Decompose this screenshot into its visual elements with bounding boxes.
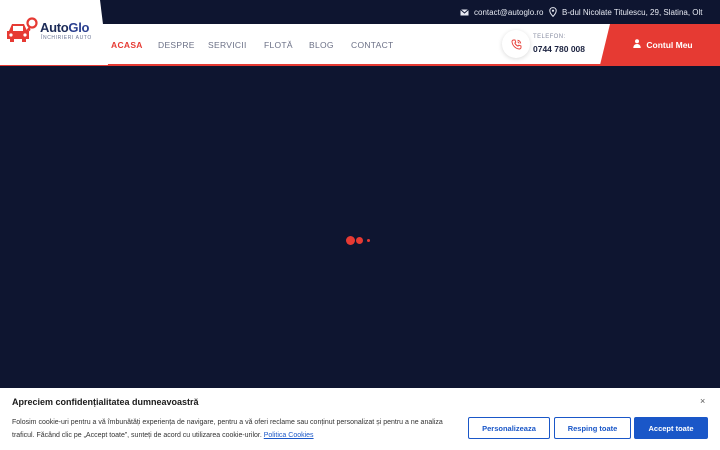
car-key-logo-icon <box>6 17 38 50</box>
loader-dot <box>367 239 370 242</box>
cookie-text: Folosim cookie-uri pentru a vă îmbunătăț… <box>12 416 462 442</box>
customize-button[interactable]: Personalizeaza <box>468 417 550 439</box>
location-pin-icon <box>549 7 557 17</box>
nav-item-blog[interactable]: BLOG <box>309 40 334 50</box>
reject-all-button[interactable]: Resping toate <box>554 417 631 439</box>
cookie-description: Folosim cookie-uri pentru a vă îmbunătăț… <box>12 419 443 439</box>
logo-tagline: ÎNCHIRIERI AUTO <box>41 35 92 41</box>
cookie-policy-link[interactable]: Politica Cookies <box>264 432 314 439</box>
contact-email-text: contact@autoglo.ro <box>474 7 544 17</box>
top-bar: contact@autoglo.ro B-dul Nicolate Titule… <box>0 0 720 24</box>
logo-name-part2: Glo <box>68 20 90 35</box>
cookie-banner: Apreciem confidențialitatea dumneavoastr… <box>0 388 720 450</box>
nav-item-acasa[interactable]: ACASA <box>111 40 143 50</box>
logo-name-part1: Auto <box>40 20 69 35</box>
loader-dot <box>356 237 363 244</box>
phone-icon <box>502 30 530 58</box>
nav-item-flota[interactable]: FLOTĂ <box>264 40 293 50</box>
account-label: Contul Meu <box>646 39 693 50</box>
logo-wordmark: AutoGlo <box>40 20 89 35</box>
logo[interactable]: AutoGlo ÎNCHIRIERI AUTO <box>0 0 108 65</box>
page-loader <box>346 236 376 246</box>
envelope-icon <box>460 8 469 16</box>
nav-item-contact[interactable]: CONTACT <box>351 40 394 50</box>
contact-address: B-dul Nicolate Titulescu, 29, Slatina, O… <box>549 0 703 24</box>
phone-contact[interactable]: TELEFON: 0744 780 008 <box>502 30 602 60</box>
phone-number: 0744 780 008 <box>533 44 585 54</box>
contact-email[interactable]: contact@autoglo.ro <box>460 0 544 24</box>
user-icon <box>633 39 642 50</box>
nav-item-despre[interactable]: DESPRE <box>158 40 195 50</box>
phone-label: TELEFON: <box>533 34 566 40</box>
account-button[interactable]: Contul Meu <box>600 24 720 65</box>
close-icon[interactable]: × <box>700 396 705 406</box>
contact-address-text: B-dul Nicolate Titulescu, 29, Slatina, O… <box>562 7 703 17</box>
loader-dot <box>346 236 355 245</box>
cookie-title: Apreciem confidențialitatea dumneavoastr… <box>12 397 199 407</box>
accept-all-button[interactable]: Accept toate <box>634 417 708 439</box>
nav-item-servicii[interactable]: SERVICII <box>208 40 247 50</box>
